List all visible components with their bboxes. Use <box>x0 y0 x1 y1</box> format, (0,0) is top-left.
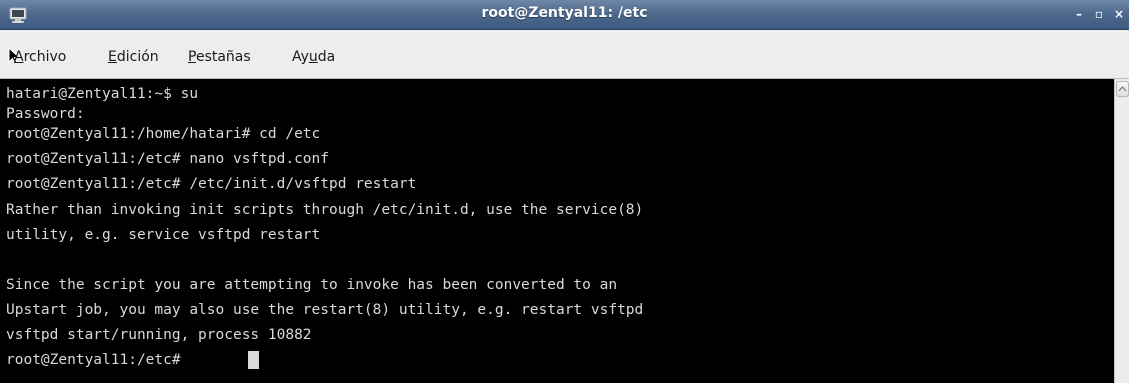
menu-pestanas-mnemonic: P <box>188 49 196 65</box>
terminal-line: root@Zentyal11:/etc# /etc/init.d/vsftpd … <box>6 176 417 192</box>
menu-ayuda[interactable]: Ayuda <box>292 49 335 65</box>
scroll-up-icon[interactable] <box>1116 81 1129 97</box>
terminal-output[interactable]: hatari@Zentyal11:~$ su Password: root@Ze… <box>0 79 1114 383</box>
close-button[interactable]: × <box>1113 6 1125 22</box>
terminal-line: hatari@Zentyal11:~$ su <box>6 86 199 102</box>
terminal-line: utility, e.g. service vsftpd restart <box>6 227 321 243</box>
menu-ayuda-mnemonic: u <box>308 49 318 65</box>
vertical-scrollbar[interactable] <box>1114 79 1129 383</box>
menu-ayuda-prefix: Ay <box>292 49 309 65</box>
menu-pestanas[interactable]: Pestañas <box>188 49 251 65</box>
window-controls: – ▫ × <box>1073 6 1125 22</box>
menu-ayuda-label: da <box>317 49 336 65</box>
menu-archivo[interactable]: Archivo <box>14 49 66 65</box>
window-title: root@Zentyal11: /etc <box>481 5 648 21</box>
menu-archivo-label: rchivo <box>23 49 67 65</box>
maximize-button[interactable]: ▫ <box>1093 6 1105 22</box>
terminal-line: Since the script you are attempting to i… <box>6 277 618 293</box>
menu-edicion-label: dición <box>116 49 159 65</box>
terminal-line: Password: <box>6 106 85 122</box>
terminal-prompt-line: root@Zentyal11:/etc# <box>6 352 190 368</box>
menu-edicion[interactable]: Edición <box>108 49 159 65</box>
menu-bar: Archivo Edición Pestañas Ayuda <box>0 30 1129 79</box>
menu-archivo-mnemonic: A <box>14 49 24 65</box>
terminal-line: Rather than invoking init scripts throug… <box>6 202 644 218</box>
text-cursor <box>248 351 259 369</box>
terminal-line: Upstart job, you may also use the restar… <box>6 302 644 318</box>
menu-pestanas-label: estañas <box>195 49 251 65</box>
terminal-window: root@Zentyal11: /etc – ▫ × Archivo Edici… <box>0 0 1129 383</box>
menu-edicion-mnemonic: E <box>108 49 117 65</box>
terminal-line: vsftpd start/running, process 10882 <box>6 327 312 343</box>
title-bar[interactable]: root@Zentyal11: /etc – ▫ × <box>0 0 1129 30</box>
minimize-button[interactable]: – <box>1073 6 1085 22</box>
terminal-line: root@Zentyal11:/etc# nano vsftpd.conf <box>6 151 330 167</box>
terminal-line: root@Zentyal11:/home/hatari# cd /etc <box>6 126 321 142</box>
